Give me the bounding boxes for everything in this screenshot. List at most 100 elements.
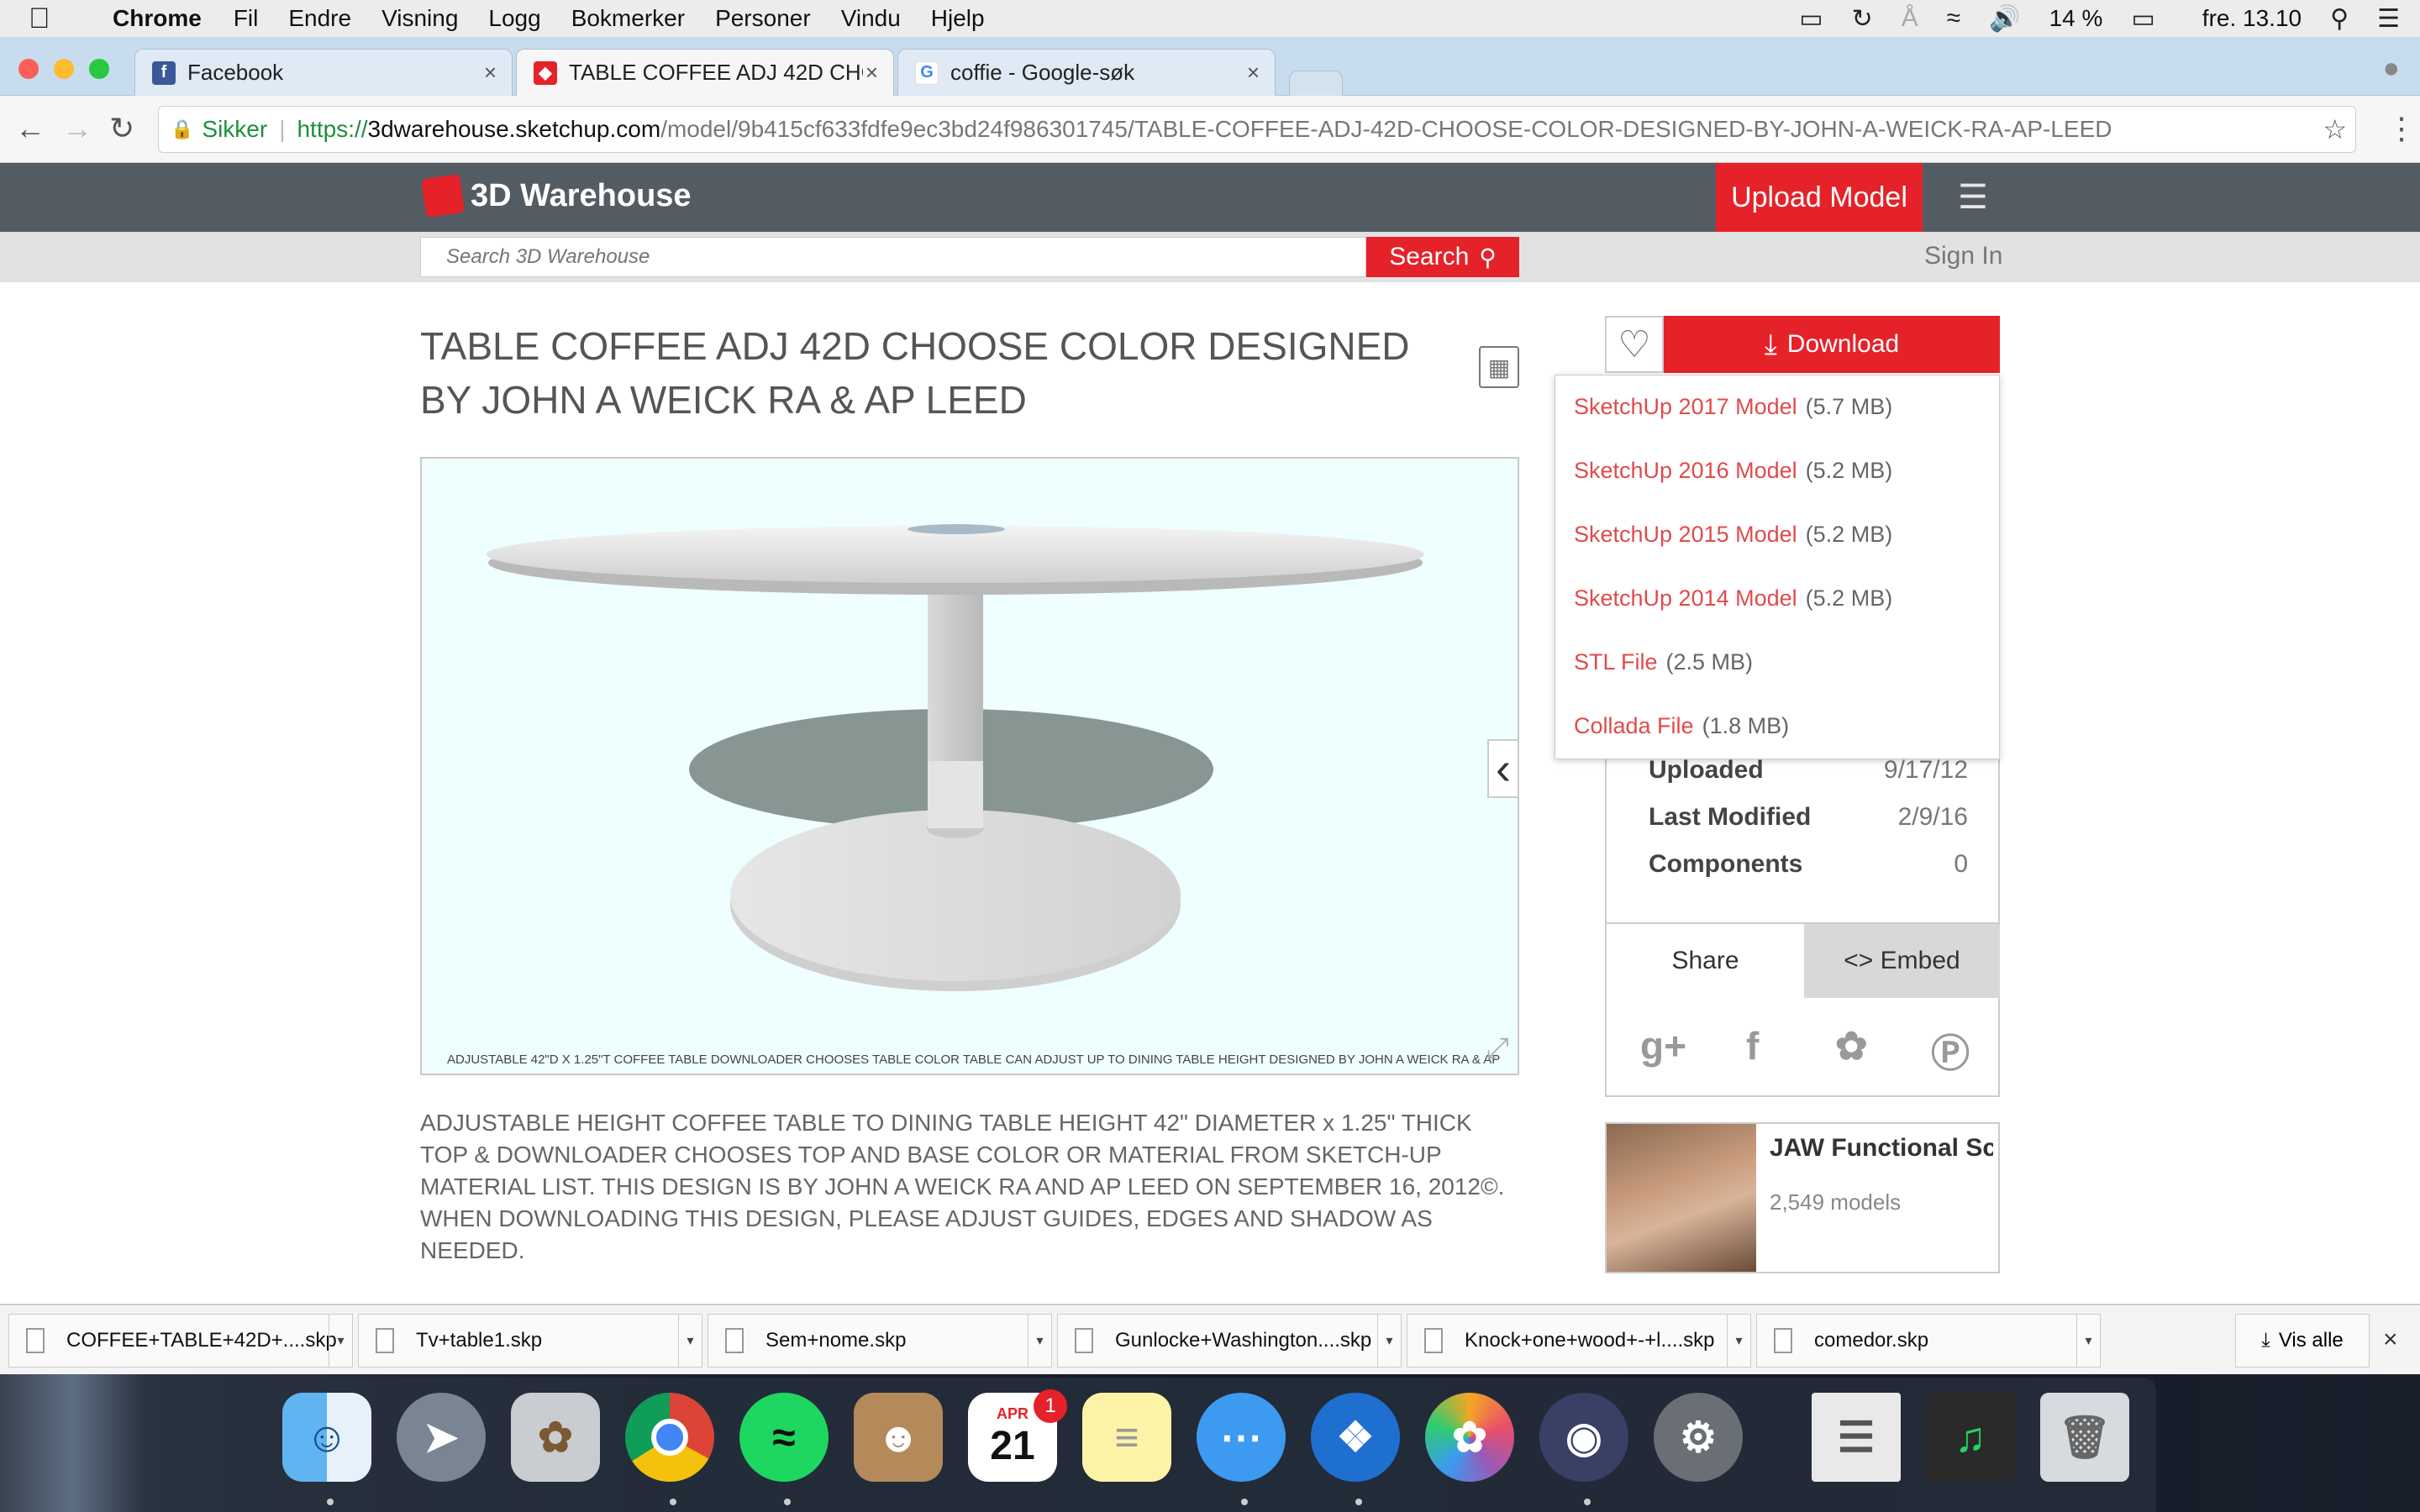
document-thumbnail-icon[interactable]: ☰ [1812, 1393, 1901, 1482]
tab-share[interactable]: Share [1607, 924, 1804, 998]
download-option-stl[interactable]: STL File (2.5 MB) [1574, 649, 1753, 675]
close-icon[interactable]: × [2383, 1326, 2398, 1354]
menu-personer[interactable]: Personer [715, 5, 811, 32]
show-all-downloads-button[interactable]: ⤓ Vis alle [2235, 1314, 2370, 1368]
download-item[interactable]: Gunlocke+Washington....skp ▾ [1057, 1314, 1402, 1368]
chevron-down-icon[interactable]: ▾ [1028, 1315, 1051, 1367]
menu-logg[interactable]: Logg [488, 5, 540, 32]
battery-icon[interactable]: ▭ [2131, 4, 2154, 34]
close-tab-icon[interactable]: × [484, 60, 497, 86]
github-desktop-icon[interactable]: ◉ [1539, 1393, 1628, 1482]
apple-menu-icon[interactable]:  [29, 3, 79, 35]
download-option-sketchup-2015[interactable]: SketchUp 2015 Model (5.2 MB) [1574, 522, 1892, 548]
finder-icon[interactable]: ☺ [282, 1393, 371, 1482]
download-item[interactable]: Tv+table1.skp ▾ [358, 1314, 702, 1368]
spotlight-search-icon[interactable]: ⚲ [2330, 4, 2349, 34]
download-item[interactable]: comedor.skp ▾ [1756, 1314, 2101, 1368]
search-band: Search ⚲ Sign In [0, 232, 2420, 282]
contacts-icon[interactable]: ☻ [854, 1393, 943, 1482]
window-zoom-button[interactable] [89, 59, 109, 79]
download-button[interactable]: ⤓ Download [1664, 316, 2000, 373]
spotify-window-thumbnail-icon[interactable]: ♫ [1926, 1393, 2015, 1482]
download-option-collada[interactable]: Collada File (1.8 MB) [1574, 713, 1789, 739]
window-close-button[interactable] [18, 59, 39, 79]
chevron-down-icon[interactable]: ▾ [329, 1315, 352, 1367]
info-row-last-modified: Last Modified 2/9/16 [1649, 803, 1968, 831]
new-tab-button[interactable] [1289, 71, 1343, 96]
bookmark-star-icon[interactable]: ☆ [2316, 113, 2347, 145]
3d-warehouse-logo[interactable]: 3D Warehouse [421, 174, 692, 218]
running-indicator [670, 1499, 676, 1505]
google-icon: G [915, 60, 939, 85]
window-minimize-button[interactable] [54, 59, 74, 79]
back-arrow-icon[interactable]: ← [15, 111, 45, 146]
collapse-sidebar-arrow-icon[interactable]: ‹ [1487, 739, 1519, 798]
download-filename: Gunlocke+Washington....skp [1115, 1329, 1372, 1352]
upload-model-button[interactable]: Upload Model [1716, 163, 1923, 232]
chevron-down-icon[interactable]: ▾ [1727, 1315, 1750, 1367]
model-description: ADJUSTABLE HEIGHT COFFEE TABLE TO DINING… [420, 1110, 1505, 1263]
chevron-down-icon[interactable]: ▾ [2076, 1315, 2100, 1367]
tab-3d-warehouse[interactable]: ◆ TABLE COFFEE ADJ 42D CHOO × [516, 49, 894, 96]
airplay-icon[interactable]: ▭ [1799, 4, 1823, 34]
tab-google-search[interactable]: G coffie - Google-søk × [897, 49, 1276, 96]
system-preferences-icon[interactable]: ⚙ [1654, 1393, 1743, 1482]
trash-icon[interactable]: 🗑 [2040, 1393, 2129, 1482]
notification-center-icon[interactable]: ☰ [2377, 4, 2400, 34]
menu-hjelp[interactable]: Hjelp [931, 5, 985, 32]
menu-bokmerker[interactable]: Bokmerker [571, 5, 685, 32]
messages-icon[interactable]: ⋯ [1197, 1393, 1286, 1482]
menu-fil[interactable]: Fil [234, 5, 259, 32]
volume-icon[interactable]: 🔊 [1989, 4, 2020, 34]
download-item[interactable]: Knock+one+wood+-+l....skp ▾ [1407, 1314, 1751, 1368]
sign-in-link[interactable]: Sign In [1924, 242, 2002, 270]
author-avatar[interactable] [1607, 1124, 1756, 1272]
close-tab-icon[interactable]: × [1247, 60, 1260, 86]
search-button[interactable]: Search ⚲ [1366, 237, 1519, 277]
photos-icon[interactable]: ✿ [1425, 1393, 1514, 1482]
tab-embed[interactable]: <> Embed [1804, 924, 2000, 998]
author-card[interactable]: JAW Functional Scul... 2,549 models [1605, 1122, 2000, 1273]
3d-viewer-icon[interactable]: ▦ [1479, 346, 1519, 388]
facebook-icon[interactable]: f [1746, 1023, 1759, 1068]
download-item[interactable]: Sem+nome.skp ▾ [708, 1314, 1052, 1368]
menu-endre[interactable]: Endre [288, 5, 351, 32]
openoffice-icon[interactable]: ❖ [1311, 1393, 1400, 1482]
download-option-sketchup-2016[interactable]: SketchUp 2016 Model (5.2 MB) [1574, 458, 1892, 484]
author-name[interactable]: JAW Functional Scul... [1770, 1134, 1993, 1163]
close-tab-icon[interactable]: × [865, 60, 878, 86]
profile-icon[interactable]: ● [2382, 52, 2400, 85]
app-menu-chrome[interactable]: Chrome [113, 5, 202, 32]
menubar-clock[interactable]: fre. 13.10 [2202, 5, 2302, 32]
expand-icon[interactable]: ⤢ [1486, 1032, 1509, 1065]
mail-stamp-icon[interactable]: ✿ [511, 1393, 600, 1482]
bluetooth-icon[interactable]: Å [1902, 4, 1918, 33]
wifi-icon[interactable]: ≈ [1947, 4, 1960, 33]
chrome-menu-icon[interactable]: ⋮ [2386, 111, 2417, 146]
launchpad-icon[interactable]: ➤ [397, 1393, 486, 1482]
spotify-icon[interactable]: ≈ [739, 1393, 829, 1482]
notes-icon[interactable]: ≡ [1082, 1393, 1171, 1482]
menu-visning[interactable]: Visning [381, 5, 458, 32]
twitter-icon[interactable]: ✿ [1835, 1023, 1868, 1068]
favorite-heart-button[interactable]: ♡ [1605, 316, 1664, 373]
pinterest-icon[interactable]: Ⓟ [1931, 1023, 1970, 1079]
download-option-sketchup-2017[interactable]: SketchUp 2017 Model (5.7 MB) [1574, 394, 1892, 420]
model-preview[interactable]: ADJUSTABLE 42"D X 1.25"T COFFEE TABLE DO… [420, 457, 1519, 1075]
download-option-sketchup-2014[interactable]: SketchUp 2014 Model (5.2 MB) [1574, 585, 1892, 612]
running-indicator [784, 1499, 791, 1505]
chevron-down-icon[interactable]: ▾ [1377, 1315, 1401, 1367]
chrome-icon[interactable] [625, 1393, 714, 1482]
menu-vindu[interactable]: Vindu [841, 5, 901, 32]
forward-arrow-icon[interactable]: → [62, 111, 92, 146]
time-machine-icon[interactable]: ↻ [1852, 4, 1873, 34]
sketchup-menu-icon[interactable]: ☰ [1958, 178, 1996, 217]
download-item[interactable]: COFFEE+TABLE+42D+....skp ▾ [8, 1314, 353, 1368]
chevron-down-icon[interactable]: ▾ [678, 1315, 702, 1367]
tabletop [487, 526, 1424, 583]
google-plus-icon[interactable]: g+ [1640, 1023, 1686, 1068]
tab-facebook[interactable]: f Facebook × [134, 49, 513, 96]
reload-icon[interactable]: ↻ [109, 111, 134, 146]
search-input[interactable] [420, 237, 1366, 277]
address-bar[interactable]: 🔒 Sikker | https:// 3dwarehouse.sketchup… [158, 106, 2356, 153]
